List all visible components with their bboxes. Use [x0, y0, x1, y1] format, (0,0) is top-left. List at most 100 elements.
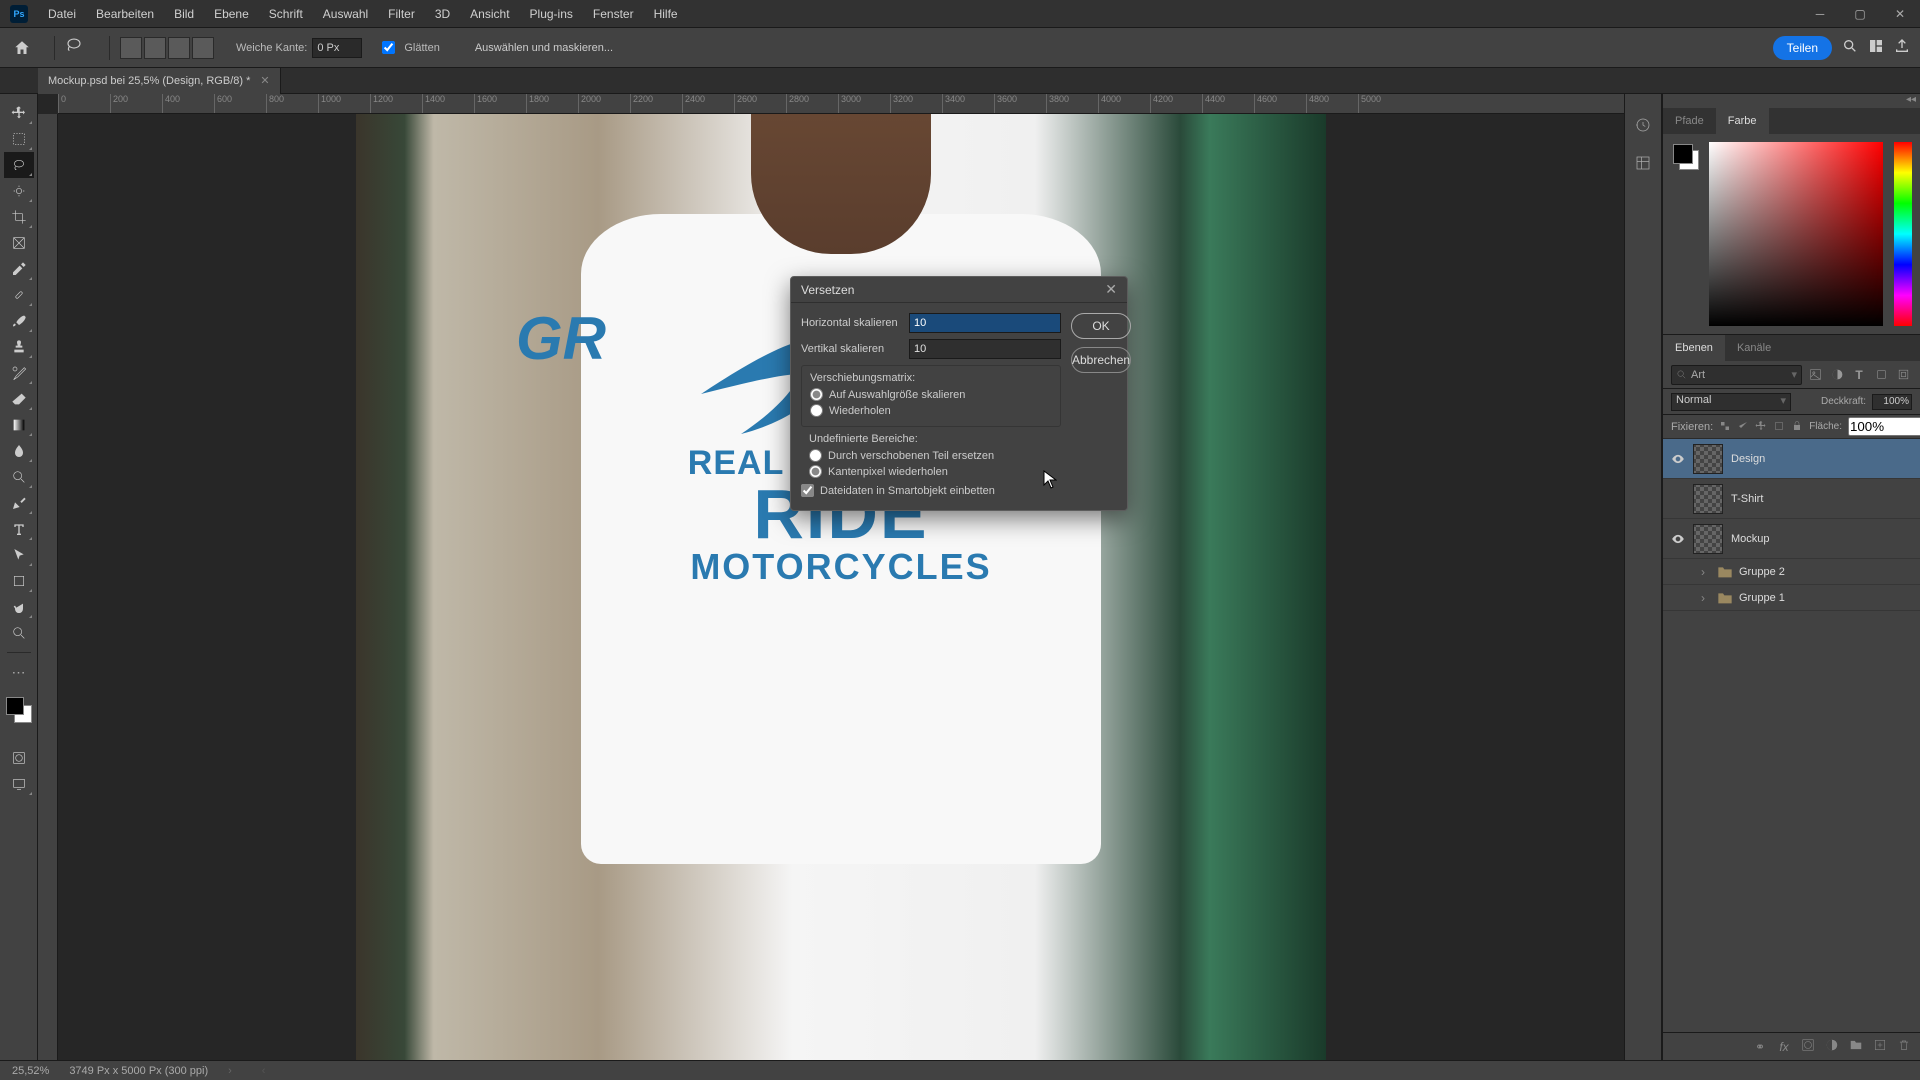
status-chevron-icon[interactable]: ›	[228, 1065, 232, 1077]
blur-tool[interactable]	[4, 438, 34, 464]
export-icon[interactable]	[1894, 38, 1910, 57]
document-tab[interactable]: Mockup.psd bei 25,5% (Design, RGB/8) * ✕	[38, 68, 281, 94]
adjustment-layer-icon[interactable]	[1824, 1038, 1840, 1055]
crop-tool[interactable]	[4, 204, 34, 230]
add-mask-icon[interactable]	[1800, 1038, 1816, 1055]
dialog-close-icon[interactable]: ✕	[1105, 281, 1117, 298]
type-tool[interactable]	[4, 516, 34, 542]
tab-kanale[interactable]: Kanäle	[1725, 335, 1783, 361]
tab-farbe[interactable]: Farbe	[1716, 108, 1769, 134]
new-layer-icon[interactable]	[1872, 1038, 1888, 1055]
ruler-vertical[interactable]	[38, 114, 58, 1060]
stamp-tool[interactable]	[4, 334, 34, 360]
history-brush-tool[interactable]	[4, 360, 34, 386]
eyedropper-tool[interactable]	[4, 256, 34, 282]
frame-tool[interactable]	[4, 230, 34, 256]
opacity-input[interactable]	[1872, 394, 1912, 410]
ruler-horizontal[interactable]: 0200400600800100012001400160018002000220…	[58, 94, 1624, 114]
menu-ansicht[interactable]: Ansicht	[460, 7, 519, 21]
lock-pixels-icon[interactable]	[1737, 420, 1749, 434]
tab-pfade[interactable]: Pfade	[1663, 108, 1716, 134]
filter-shape-icon[interactable]	[1872, 366, 1890, 384]
delete-layer-icon[interactable]	[1896, 1038, 1912, 1055]
path-select-tool[interactable]	[4, 542, 34, 568]
dodge-tool[interactable]	[4, 464, 34, 490]
healing-tool[interactable]	[4, 282, 34, 308]
menu-fenster[interactable]: Fenster	[583, 7, 644, 21]
lasso-tool[interactable]	[4, 152, 34, 178]
matrix-tile-radio[interactable]	[810, 404, 823, 417]
layer-row[interactable]: T-Shirt	[1663, 479, 1920, 519]
layer-visibility-icon[interactable]	[1663, 452, 1693, 466]
menu-hilfe[interactable]: Hilfe	[644, 7, 688, 21]
filter-adjust-icon[interactable]	[1828, 366, 1846, 384]
new-group-icon[interactable]	[1848, 1038, 1864, 1055]
undef-wrap-radio[interactable]	[809, 449, 822, 462]
filter-smart-icon[interactable]	[1894, 366, 1912, 384]
embed-data-checkbox[interactable]	[801, 484, 814, 497]
fg-color-swatch[interactable]	[1673, 144, 1693, 164]
filter-image-icon[interactable]	[1806, 366, 1824, 384]
selection-intersect-button[interactable]	[192, 37, 214, 59]
window-minimize-icon[interactable]: ─	[1800, 0, 1840, 28]
close-tab-icon[interactable]: ✕	[260, 74, 269, 87]
marquee-tool[interactable]	[4, 126, 34, 152]
antialias-checkbox[interactable]	[382, 41, 395, 54]
gradient-tool[interactable]	[4, 412, 34, 438]
menu-auswahl[interactable]: Auswahl	[313, 7, 378, 21]
lock-position-icon[interactable]	[1755, 420, 1767, 434]
menu-bearbeiten[interactable]: Bearbeiten	[86, 7, 164, 21]
window-maximize-icon[interactable]: ▢	[1840, 0, 1880, 28]
edit-toolbar-button[interactable]: ⋯	[4, 659, 34, 685]
zoom-level[interactable]: 25,52%	[12, 1065, 49, 1077]
layer-thumbnail[interactable]	[1693, 484, 1723, 514]
hue-slider[interactable]	[1894, 142, 1912, 326]
canvas[interactable]: GR REAL GRANDPAS RIDE MOTORCYCLES	[58, 114, 1624, 1060]
undef-repeat-radio[interactable]	[809, 465, 822, 478]
menu-plugins[interactable]: Plug-ins	[520, 7, 583, 21]
layer-visibility-icon[interactable]	[1663, 532, 1693, 546]
shape-tool[interactable]	[4, 568, 34, 594]
move-tool[interactable]	[4, 100, 34, 126]
layer-thumbnail[interactable]	[1693, 444, 1723, 474]
pen-tool[interactable]	[4, 490, 34, 516]
horizontal-scale-input[interactable]	[909, 313, 1061, 333]
link-layers-icon[interactable]: ⚭	[1752, 1040, 1768, 1054]
layer-fx-icon[interactable]: fx	[1776, 1040, 1792, 1054]
blend-mode-dropdown[interactable]: Normal ▾	[1671, 393, 1791, 411]
layer-row[interactable]: ›Gruppe 2	[1663, 559, 1920, 585]
collapse-panels-icon[interactable]: ◂◂	[1663, 94, 1920, 108]
properties-panel-icon[interactable]	[1632, 152, 1654, 174]
menu-bild[interactable]: Bild	[164, 7, 204, 21]
fill-input[interactable]	[1848, 417, 1920, 436]
ok-button[interactable]: OK	[1071, 313, 1131, 339]
history-panel-icon[interactable]	[1632, 114, 1654, 136]
chevron-right-icon[interactable]: ›	[1701, 591, 1711, 605]
vertical-scale-input[interactable]	[909, 339, 1061, 359]
tab-ebenen[interactable]: Ebenen	[1663, 335, 1725, 361]
lock-artboard-icon[interactable]	[1773, 420, 1785, 434]
select-and-mask-button[interactable]: Auswählen und maskieren...	[465, 38, 623, 58]
menu-schrift[interactable]: Schrift	[259, 7, 313, 21]
chevron-right-icon[interactable]: ›	[1701, 565, 1711, 579]
color-swatch-large[interactable]	[1673, 144, 1699, 170]
quick-select-tool[interactable]	[4, 178, 34, 204]
brush-tool[interactable]	[4, 308, 34, 334]
layer-row[interactable]: Design	[1663, 439, 1920, 479]
selection-add-button[interactable]	[144, 37, 166, 59]
workspace-icon[interactable]	[1868, 38, 1884, 57]
zoom-tool[interactable]	[4, 620, 34, 646]
home-icon[interactable]	[10, 36, 34, 60]
share-button[interactable]: Teilen	[1773, 36, 1832, 60]
layer-row[interactable]: Mockup	[1663, 519, 1920, 559]
lock-all-icon[interactable]	[1791, 420, 1803, 434]
foreground-color-swatch[interactable]	[6, 697, 24, 715]
filter-type-icon[interactable]: T	[1850, 366, 1868, 384]
search-icon[interactable]	[1842, 38, 1858, 57]
layer-filter-dropdown[interactable]: Art ▾	[1671, 365, 1802, 385]
menu-3d[interactable]: 3D	[425, 7, 460, 21]
selection-new-button[interactable]	[120, 37, 142, 59]
layer-thumbnail[interactable]	[1693, 524, 1723, 554]
color-field[interactable]	[1709, 142, 1883, 326]
menu-datei[interactable]: Datei	[38, 7, 86, 21]
